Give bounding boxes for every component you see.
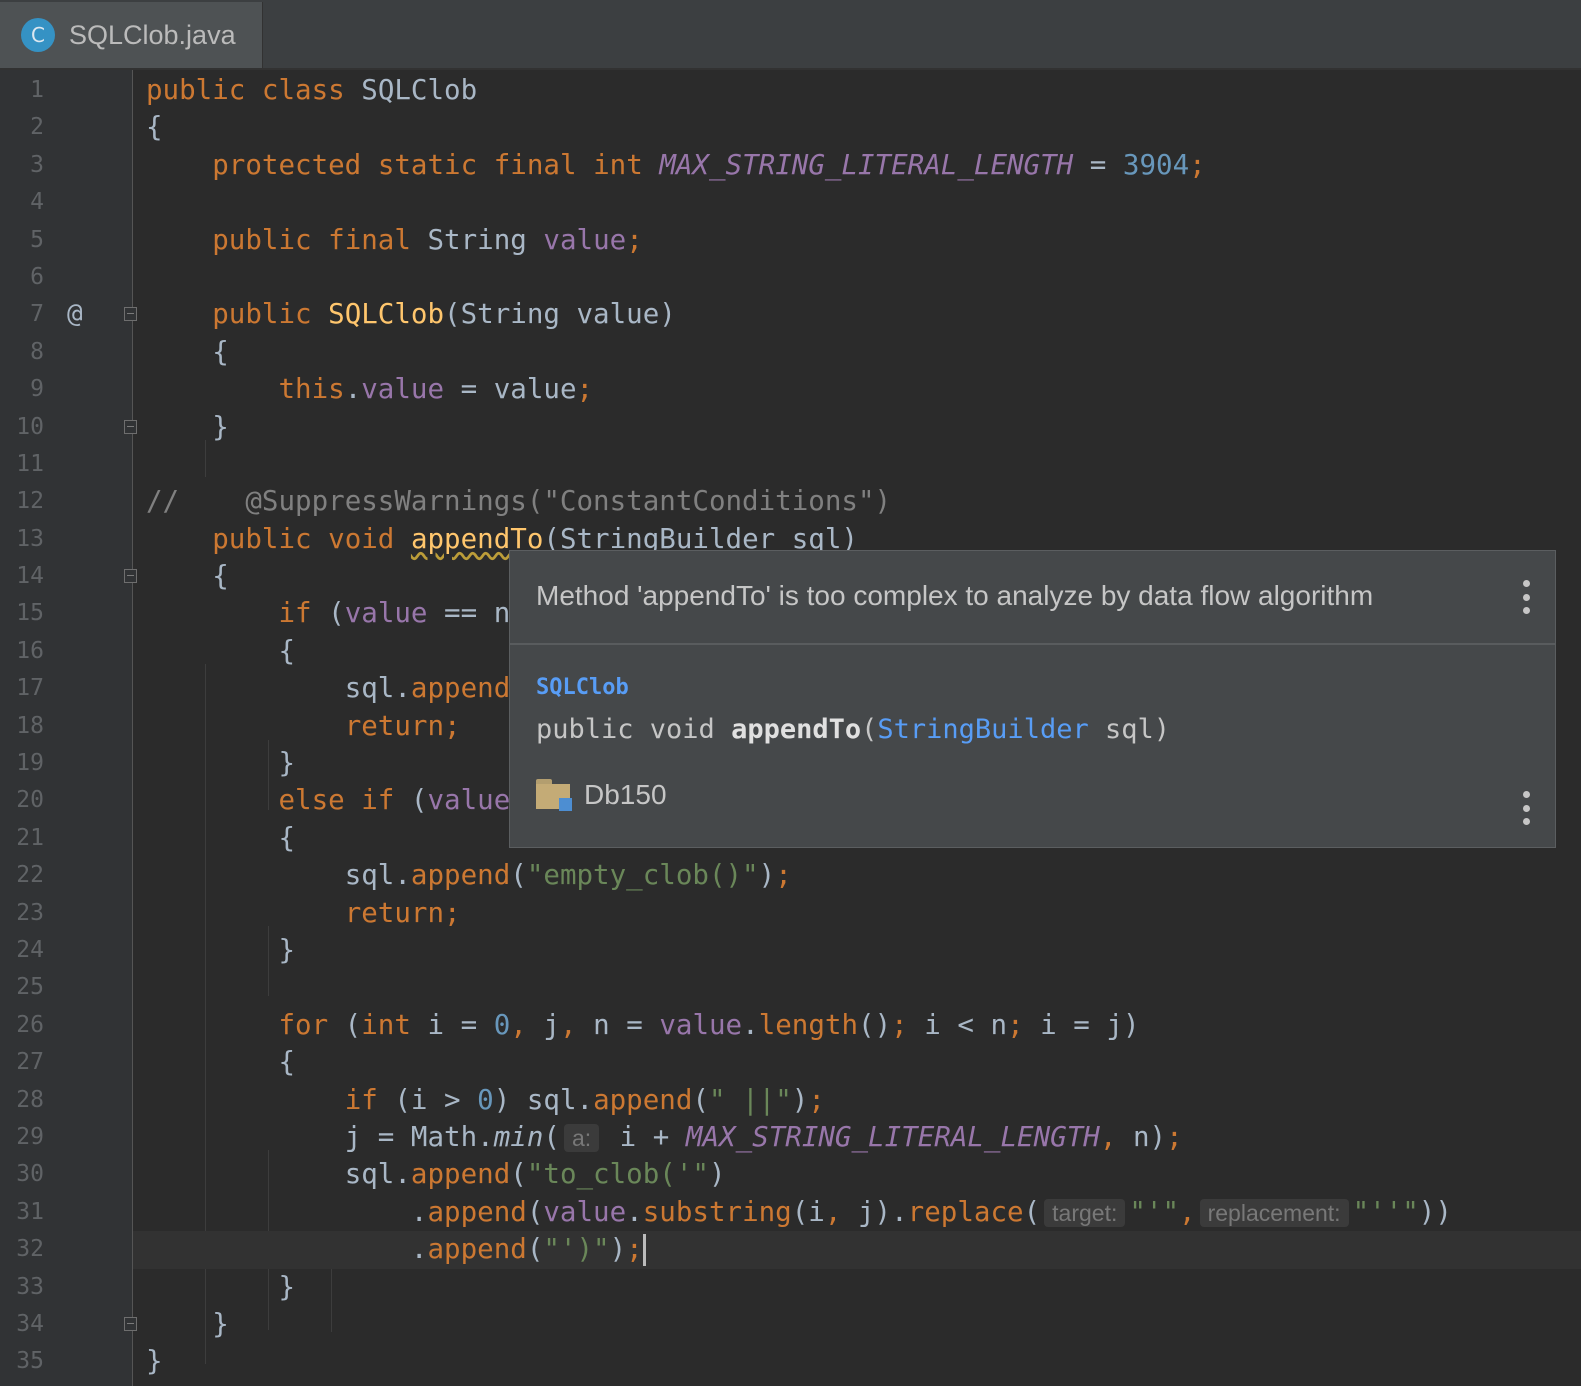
doc-module: Db150 <box>536 779 667 811</box>
parameter-hint: target: <box>1044 1198 1126 1227</box>
module-name: Db150 <box>584 779 667 810</box>
doc-signature: public void appendTo(StringBuilder sql) <box>536 714 1170 745</box>
overrides-icon[interactable]: @ <box>67 296 83 333</box>
inspection-message: Method 'appendTo' is too complex to anal… <box>536 580 1374 611</box>
doc-class-link[interactable]: SQLClob <box>536 675 629 700</box>
parameter-hint: a: <box>563 1123 600 1152</box>
more-actions-icon[interactable] <box>1522 791 1530 825</box>
param-type-link[interactable]: StringBuilder <box>877 714 1088 745</box>
inspection-popup[interactable]: Method 'appendTo' is too complex to anal… <box>509 550 1556 848</box>
text-caret <box>642 1234 646 1267</box>
more-actions-icon[interactable] <box>1522 580 1530 614</box>
editor-tab-bar: C SQLClob.java <box>0 0 1581 70</box>
file-tab[interactable]: C SQLClob.java <box>0 2 263 68</box>
parameter-hint: replacement: <box>1199 1198 1349 1227</box>
popup-header: Method 'appendTo' is too complex to anal… <box>510 551 1555 645</box>
file-tab-label: SQLClob.java <box>69 19 236 50</box>
java-class-icon: C <box>21 18 55 52</box>
folder-module-icon <box>536 779 572 811</box>
